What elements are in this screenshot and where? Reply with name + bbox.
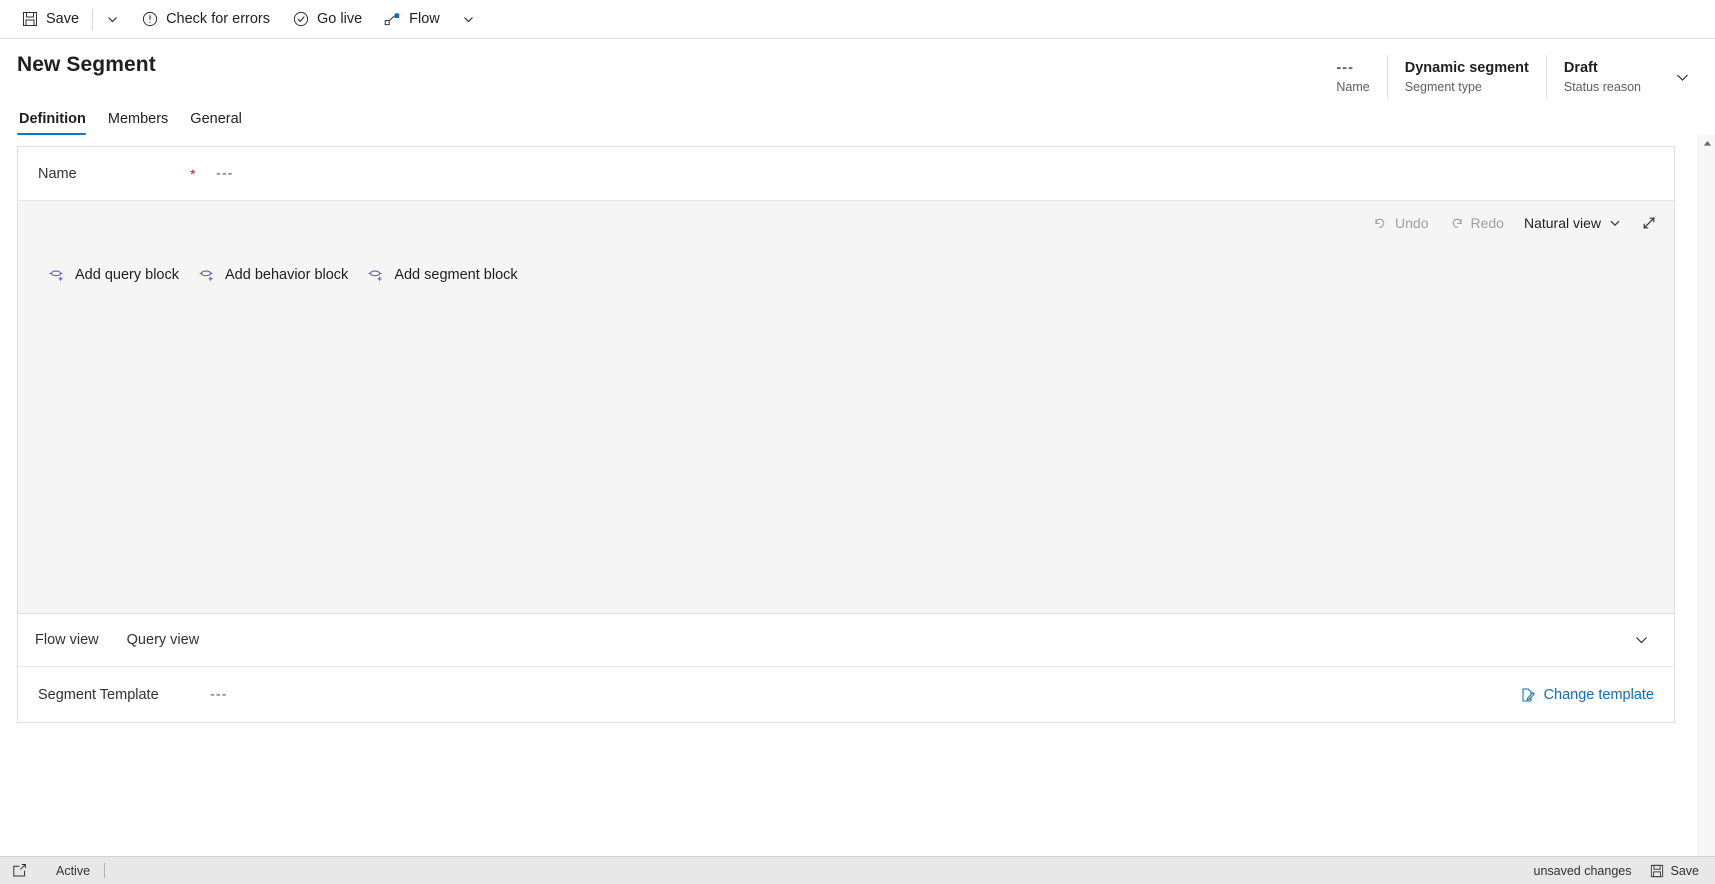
status-bar-left: Active <box>6 863 106 878</box>
flow-button[interactable]: Flow <box>373 0 451 38</box>
scroll-up-arrow-icon[interactable] <box>1699 135 1715 152</box>
check-circle-icon <box>292 11 309 28</box>
tab-flow-view-label: Flow view <box>35 632 99 648</box>
tab-query-view-label: Query view <box>126 632 200 648</box>
save-button[interactable]: Save <box>10 0 90 38</box>
view-mode-label: Natural view <box>1523 215 1601 231</box>
go-live-label: Go live <box>317 11 363 27</box>
tab-members-label: Members <box>107 111 169 127</box>
exclamation-circle-icon <box>141 11 158 28</box>
status-bar-save-label: Save <box>1670 863 1700 878</box>
header-field-segment-type-label: Segment type <box>1404 79 1482 94</box>
page-title: New Segment <box>17 53 156 76</box>
redo-button[interactable]: Redo <box>1439 207 1514 239</box>
change-template-link[interactable]: Change template <box>1520 687 1654 703</box>
check-for-errors-label: Check for errors <box>166 11 271 27</box>
redo-button-label: Redo <box>1470 215 1504 231</box>
add-query-block-icon <box>49 267 66 283</box>
canvas-view-tabs: Flow view Query view <box>18 614 1674 667</box>
page-header: New Segment --- Name Dynamic segment Seg… <box>0 39 1715 102</box>
save-floppy-icon <box>21 11 38 28</box>
header-field-name-label: Name <box>1336 79 1370 94</box>
undo-arrow-icon <box>1373 216 1388 231</box>
tab-definition-label: Definition <box>19 111 86 127</box>
add-behavior-block-button[interactable]: Add behavior block <box>190 261 359 289</box>
edit-page-icon <box>1520 687 1536 703</box>
chevron-down-icon <box>104 11 121 28</box>
header-field-status-reason: Draft Status reason <box>1545 55 1658 99</box>
chevron-down-icon <box>1633 632 1650 649</box>
chevron-down-icon <box>1608 216 1622 230</box>
segment-template-row: Segment Template --- Change template <box>18 667 1674 722</box>
name-field-input[interactable]: --- <box>216 166 234 182</box>
vertical-scrollbar[interactable] <box>1698 135 1715 856</box>
add-query-block-label: Add query block <box>75 267 179 283</box>
add-block-actions: Add query block Add behavior block Add s… <box>40 261 529 289</box>
definition-panel: Name * --- Undo Redo Natural view Add qu… <box>0 135 1715 856</box>
view-section-collapse-button[interactable] <box>1627 626 1656 655</box>
header-field-name-value: --- <box>1336 59 1354 76</box>
tab-flow-view[interactable]: Flow view <box>35 632 113 648</box>
definition-card: Name * --- Undo Redo Natural view Add qu… <box>17 146 1675 723</box>
name-field-row: Name * --- <box>18 147 1674 201</box>
chevron-down-icon <box>460 11 477 28</box>
name-required-indicator: * <box>190 165 196 182</box>
canvas-toolbar: Undo Redo Natural view <box>1363 201 1666 245</box>
status-bar-state-label: Active <box>56 863 91 878</box>
expand-diagonal-icon <box>1641 215 1657 231</box>
canvas-expand-button[interactable] <box>1632 207 1666 239</box>
change-template-label: Change template <box>1543 686 1654 703</box>
tab-general-label: General <box>190 111 242 127</box>
tab-query-view[interactable]: Query view <box>127 632 214 648</box>
tab-general[interactable]: General <box>179 111 253 135</box>
chevron-down-icon <box>1674 69 1691 86</box>
tab-members[interactable]: Members <box>97 111 179 135</box>
tab-definition[interactable]: Definition <box>17 111 97 135</box>
name-field-label: Name <box>38 165 77 182</box>
go-live-button[interactable]: Go live <box>281 0 373 38</box>
undo-button[interactable]: Undo <box>1363 207 1438 239</box>
command-bar: Save Check for errors Go live Flow <box>0 0 1715 39</box>
section-tabs: Definition Members General <box>0 102 1715 135</box>
redo-arrow-icon <box>1449 216 1464 231</box>
save-floppy-icon <box>1650 864 1664 878</box>
flow-options-dropdown[interactable] <box>451 0 486 38</box>
add-behavior-block-icon <box>199 267 216 283</box>
header-field-segment-type-value: Dynamic segment <box>1404 59 1529 76</box>
status-bar: Active unsaved changes Save <box>0 856 1715 884</box>
add-query-block-button[interactable]: Add query block <box>40 261 190 289</box>
segment-template-value: --- <box>210 686 228 703</box>
status-bar-divider <box>104 863 106 878</box>
check-for-errors-button[interactable]: Check for errors <box>130 0 281 38</box>
status-bar-right: unsaved changes Save <box>1534 864 1708 878</box>
add-segment-block-label: Add segment block <box>394 267 518 283</box>
status-bar-save-button[interactable]: Save <box>1650 864 1708 878</box>
header-field-status-reason-label: Status reason <box>1563 79 1641 94</box>
add-behavior-block-label: Add behavior block <box>224 267 349 283</box>
segment-editor-window: Save Check for errors Go live Flow New S… <box>0 0 1715 884</box>
flow-button-label: Flow <box>409 11 440 27</box>
header-summary-fields: --- Name Dynamic segment Segment type Dr… <box>1319 55 1701 99</box>
header-field-name: --- Name <box>1319 55 1386 99</box>
segment-template-label: Segment Template <box>38 686 159 703</box>
add-segment-block-button[interactable]: Add segment block <box>359 261 528 289</box>
popout-window-icon[interactable] <box>6 863 32 878</box>
header-field-segment-type: Dynamic segment Segment type <box>1386 55 1546 99</box>
undo-button-label: Undo <box>1395 215 1429 231</box>
unsaved-changes-label: unsaved changes <box>1533 863 1632 878</box>
header-expand-button[interactable] <box>1658 55 1701 99</box>
segment-definition-canvas[interactable]: Undo Redo Natural view Add query block A… <box>18 201 1674 614</box>
view-mode-dropdown[interactable]: Natural view <box>1514 207 1632 239</box>
save-button-label: Save <box>46 11 80 27</box>
flow-node-icon <box>384 11 401 28</box>
add-segment-block-icon <box>368 267 385 283</box>
save-options-dropdown[interactable] <box>95 0 130 38</box>
command-bar-divider <box>92 8 94 30</box>
header-field-status-reason-value: Draft <box>1563 59 1598 76</box>
